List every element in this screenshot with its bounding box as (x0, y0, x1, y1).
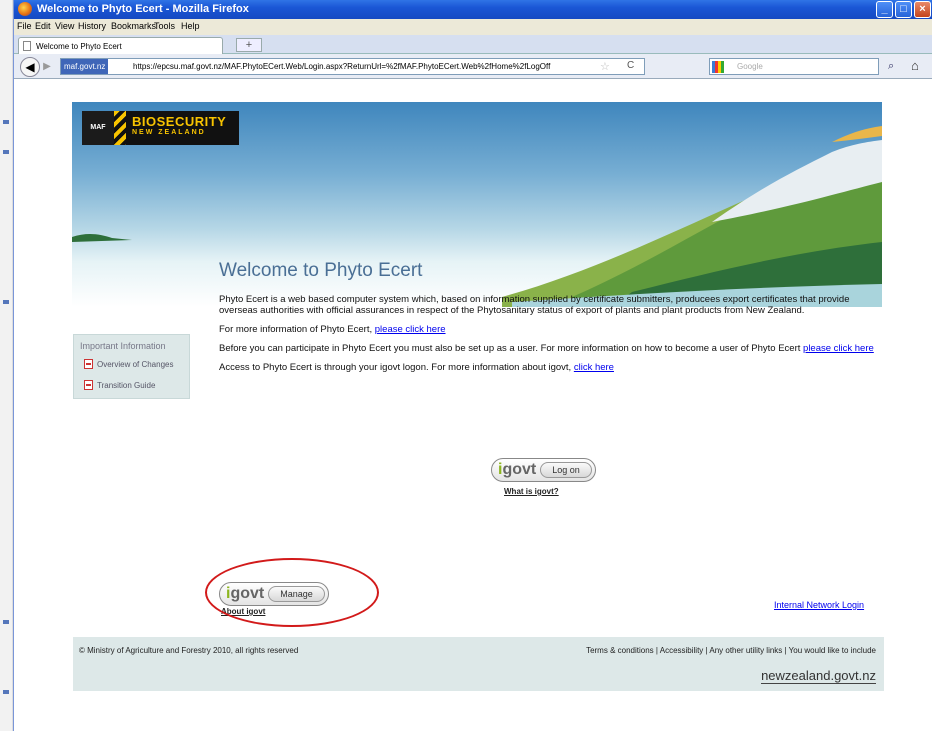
sidebar-item-label[interactable]: Overview of Changes (97, 360, 173, 369)
more-info-link[interactable]: please click here (375, 324, 446, 335)
highlight-circle (205, 558, 379, 627)
search-placeholder: Google (737, 62, 763, 71)
navigation-toolbar: ◀ ▶ maf.govt.nz https://epcsu.maf.govt.n… (14, 54, 932, 79)
pdf-icon (84, 359, 93, 369)
tab-title: Welcome to Phyto Ecert (36, 42, 122, 51)
tab-welcome[interactable]: Welcome to Phyto Ecert (18, 37, 223, 54)
copyright-text: © Ministry of Agriculture and Forestry 2… (79, 646, 299, 655)
menu-view[interactable]: View (55, 21, 74, 31)
menu-file[interactable]: File (17, 21, 32, 31)
browser-window: Welcome to Phyto Ecert - Mozilla Firefox… (13, 0, 932, 731)
maf-logo: MAF (82, 111, 114, 145)
participate-paragraph: Before you can participate in Phyto Ecer… (219, 343, 874, 354)
log-on-button[interactable]: Log on (540, 462, 592, 478)
title-bar: Welcome to Phyto Ecert - Mozilla Firefox… (14, 0, 932, 19)
igovt-logo: igovt (498, 461, 537, 478)
sidebar-item-label[interactable]: Transition Guide (97, 381, 155, 390)
igovt-logon-widget: igovt Log on (491, 458, 596, 482)
reload-icon[interactable]: C (627, 60, 634, 71)
maximize-button[interactable]: □ (895, 1, 912, 18)
important-information-box: Important Information Overview of Change… (73, 334, 190, 399)
menu-bookmarks[interactable]: Bookmarks (111, 21, 156, 31)
more-info-paragraph: For more information of Phyto Ecert, ple… (219, 324, 446, 335)
menu-edit[interactable]: Edit (35, 21, 51, 31)
tab-bar: Welcome to Phyto Ecert + (14, 35, 932, 54)
new-tab-button[interactable]: + (236, 38, 262, 52)
site-identity-badge[interactable]: maf.govt.nz (61, 59, 109, 74)
footer-links[interactable]: Terms & conditions | Accessibility | Any… (586, 646, 876, 655)
header-banner: MAF BIOSECURITY NEW ZEALAND (72, 102, 882, 307)
biosecurity-logo: MAF BIOSECURITY NEW ZEALAND (82, 111, 239, 145)
intro-content: Phyto Ecert is a web based computer syst… (219, 294, 884, 381)
intro-paragraph: Phyto Ecert is a web based computer syst… (219, 294, 850, 316)
page-icon (23, 41, 31, 51)
sidebar-item-transition[interactable]: Transition Guide (84, 380, 155, 390)
close-button[interactable]: × (914, 1, 931, 18)
search-input[interactable]: Google (709, 58, 879, 75)
internal-network-login-link[interactable]: Internal Network Login (774, 600, 864, 610)
pdf-icon (84, 380, 93, 390)
page-footer: © Ministry of Agriculture and Forestry 2… (73, 637, 884, 691)
home-icon[interactable]: ⌂ (911, 58, 919, 73)
page-content: MAF BIOSECURITY NEW ZEALAND Welcome to P… (14, 80, 932, 731)
bookmark-star-icon[interactable]: ☆ (600, 60, 610, 73)
firefox-icon (18, 2, 32, 16)
url-text[interactable]: https://epcsu.maf.govt.nz/MAF.PhytoECert… (133, 62, 550, 71)
igovt-info-link[interactable]: click here (574, 362, 614, 373)
back-button[interactable]: ◀ (20, 57, 40, 77)
participate-link[interactable]: please click here (803, 343, 874, 354)
search-icon[interactable]: ⌕ (888, 60, 894, 73)
sidebar-item-overview[interactable]: Overview of Changes (84, 359, 173, 369)
access-paragraph: Access to Phyto Ecert is through your ig… (219, 362, 614, 373)
menu-tools[interactable]: Tools (154, 21, 175, 31)
logo-title: BIOSECURITY (132, 114, 227, 129)
google-icon[interactable] (712, 61, 724, 73)
menu-history[interactable]: History (78, 21, 106, 31)
desktop-edge (0, 0, 13, 731)
menu-help[interactable]: Help (181, 21, 200, 31)
page-title: Welcome to Phyto Ecert (219, 260, 423, 281)
address-bar[interactable]: maf.govt.nz https://epcsu.maf.govt.nz/MA… (60, 58, 645, 75)
nz-govt-logo[interactable]: newzealand.govt.nz (761, 668, 876, 684)
sidebar-heading: Important Information (80, 341, 166, 351)
what-is-igovt-link[interactable]: What is igovt? (504, 487, 559, 496)
window-title: Welcome to Phyto Ecert - Mozilla Firefox (37, 3, 249, 15)
menu-bar: File Edit View History Bookmarks Tools H… (14, 19, 932, 35)
logo-subtitle: NEW ZEALAND (132, 129, 206, 136)
minimize-button[interactable]: _ (876, 1, 893, 18)
forward-button[interactable]: ▶ (40, 60, 54, 74)
